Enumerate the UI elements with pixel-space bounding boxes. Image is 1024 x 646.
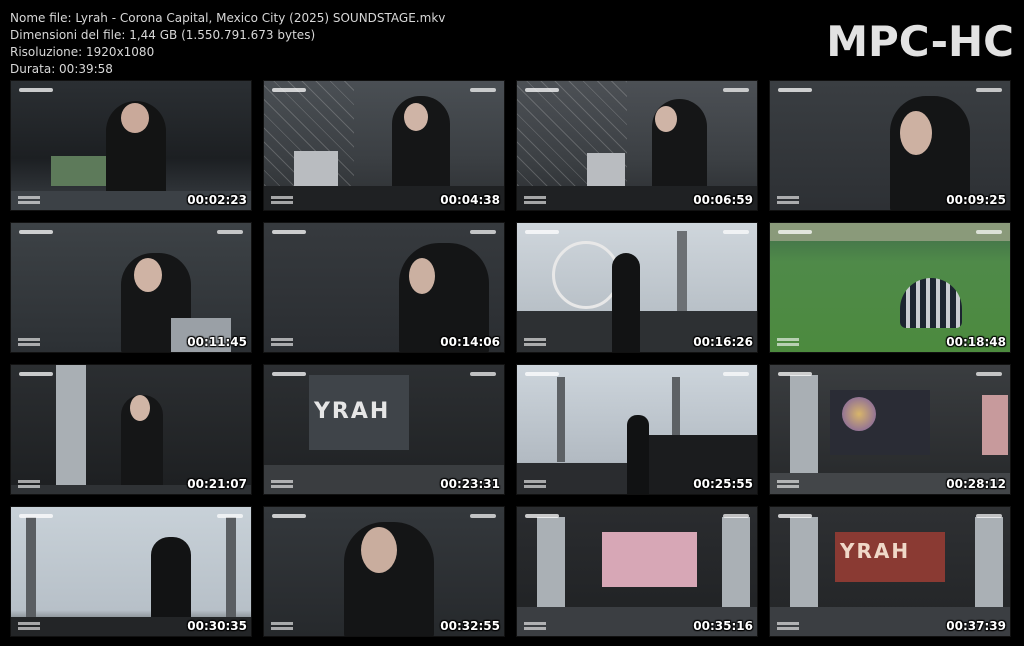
thumbnail-timestamp: 00:37:39 <box>946 619 1006 633</box>
thumbnail-timestamp: 00:30:35 <box>187 619 247 633</box>
thumbnail-14[interactable]: 00:32:55 <box>263 506 505 637</box>
thumbnail-5[interactable]: 00:11:45 <box>10 222 252 353</box>
thumbnail-timestamp: 00:35:16 <box>693 619 753 633</box>
file-resolution: Risoluzione: 1920x1080 <box>10 45 155 59</box>
thumbnail-timestamp: 00:06:59 <box>693 193 753 207</box>
thumbnail-3[interactable]: 00:06:59 <box>516 80 758 211</box>
mpc-hc-logo: MPC-HC <box>826 17 1014 66</box>
thumbnail-timestamp: 00:28:12 <box>946 477 1006 491</box>
thumbnail-timestamp: 00:14:06 <box>440 335 500 349</box>
thumbnail-timestamp: 00:21:07 <box>187 477 247 491</box>
thumbnail-timestamp: 00:32:55 <box>440 619 500 633</box>
thumbnail-16[interactable]: YRAH 00:37:39 <box>769 506 1011 637</box>
thumbnail-timestamp: 00:23:31 <box>440 477 500 491</box>
thumbnail-timestamp: 00:25:55 <box>693 477 753 491</box>
thumbnail-timestamp: 00:18:48 <box>946 335 1006 349</box>
thumbnail-grid: 00:02:23 00:04:38 00:06:59 00:09:25 00:1… <box>10 80 1011 637</box>
file-duration: Durata: 00:39:58 <box>10 62 113 76</box>
thumbnail-timestamp: 00:16:26 <box>693 335 753 349</box>
thumbnail-9[interactable]: 00:21:07 <box>10 364 252 495</box>
stage-screen-text: YRAH <box>840 539 911 563</box>
thumbnail-15[interactable]: 00:35:16 <box>516 506 758 637</box>
thumbnail-2[interactable]: 00:04:38 <box>263 80 505 211</box>
thumbnail-1[interactable]: 00:02:23 <box>10 80 252 211</box>
thumbnail-timestamp: 00:04:38 <box>440 193 500 207</box>
file-name: Nome file: Lyrah - Corona Capital, Mexic… <box>10 11 446 25</box>
file-size: Dimensioni del file: 1,44 GB (1.550.791.… <box>10 28 316 42</box>
thumbnail-8[interactable]: 00:18:48 <box>769 222 1011 353</box>
thumbnail-11[interactable]: 00:25:55 <box>516 364 758 495</box>
file-info-panel: Nome file: Lyrah - Corona Capital, Mexic… <box>10 10 445 78</box>
thumbnail-4[interactable]: 00:09:25 <box>769 80 1011 211</box>
thumbnail-timestamp: 00:09:25 <box>946 193 1006 207</box>
thumbnail-10[interactable]: YRAH 00:23:31 <box>263 364 505 495</box>
thumbnail-timestamp: 00:02:23 <box>187 193 247 207</box>
thumbnail-7[interactable]: 00:16:26 <box>516 222 758 353</box>
thumbnail-timestamp: 00:11:45 <box>187 335 247 349</box>
thumbnail-12[interactable]: 00:28:12 <box>769 364 1011 495</box>
stage-screen-text: YRAH <box>314 399 391 424</box>
thumbnail-13[interactable]: 00:30:35 <box>10 506 252 637</box>
thumbnail-6[interactable]: 00:14:06 <box>263 222 505 353</box>
